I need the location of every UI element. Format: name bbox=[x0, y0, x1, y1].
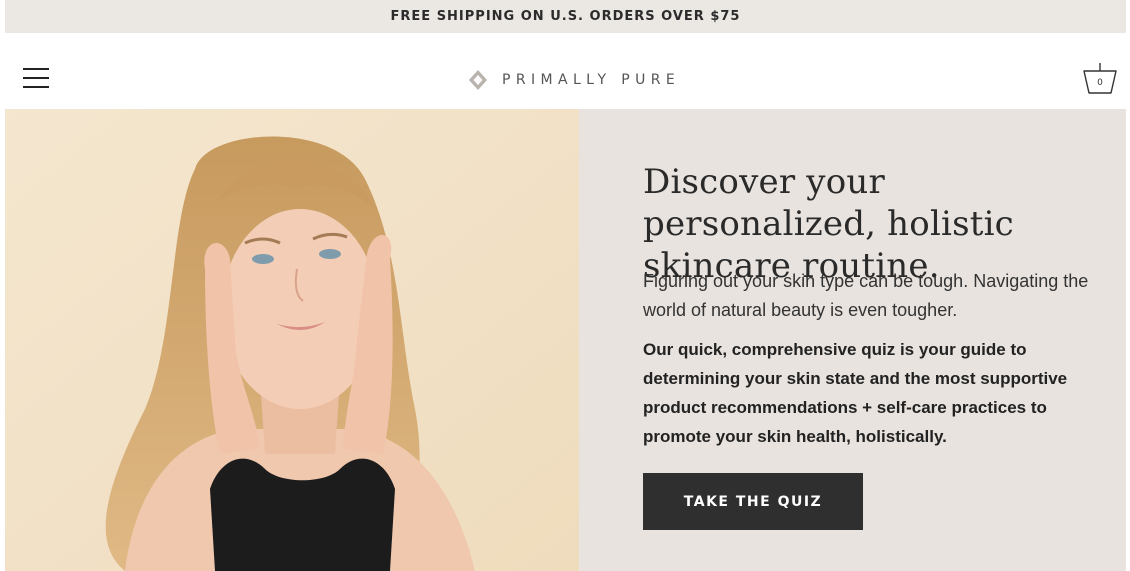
take-quiz-button[interactable]: TAKE THE QUIZ bbox=[643, 473, 863, 530]
site-header: PRIMALLY PURE 0 bbox=[5, 33, 1126, 109]
promo-banner: FREE SHIPPING ON U.S. ORDERS OVER $75 bbox=[5, 0, 1126, 33]
hamburger-menu-icon[interactable] bbox=[23, 68, 49, 88]
cart-count: 0 bbox=[1097, 78, 1103, 88]
page: FREE SHIPPING ON U.S. ORDERS OVER $75 PR… bbox=[5, 0, 1126, 571]
quiz-description: Our quick, comprehensive quiz is your gu… bbox=[643, 340, 1068, 446]
brand-logo-link[interactable]: PRIMALLY PURE bbox=[468, 69, 680, 91]
promo-banner-text: FREE SHIPPING ON U.S. ORDERS OVER $75 bbox=[390, 9, 741, 24]
brand-name: PRIMALLY PURE bbox=[502, 72, 681, 88]
cart-button[interactable]: 0 bbox=[1082, 61, 1118, 95]
hero-panel: Discover your personalized, holistic ski… bbox=[579, 109, 1126, 571]
hero-intro-text: Figuring out your skin type can be tough… bbox=[643, 271, 1089, 320]
hero-image bbox=[5, 109, 579, 571]
diamond-logo-icon bbox=[469, 70, 487, 90]
woman-touching-face-photo bbox=[5, 109, 579, 571]
